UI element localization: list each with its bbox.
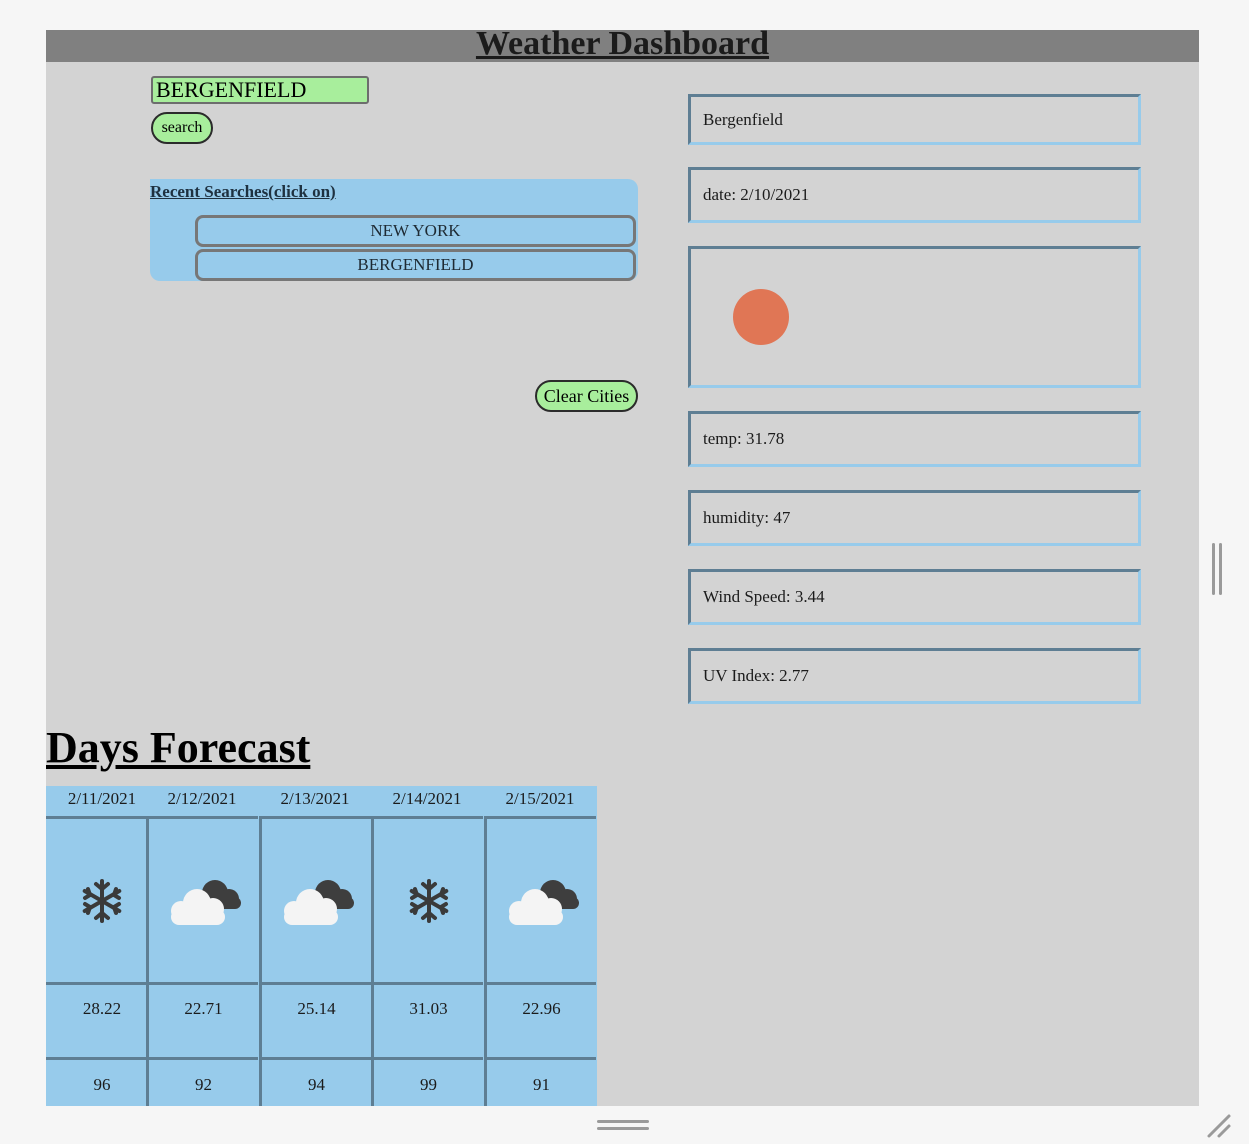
forecast-humidity: 99 — [371, 1057, 483, 1106]
current-date-box: date: 2/10/2021 — [688, 167, 1141, 223]
forecast-humidity: 96 — [46, 1057, 158, 1106]
forecast-day: 2/14/2021 31.03 99 — [371, 786, 483, 1106]
forecast-temp: 28.22 — [46, 982, 158, 1057]
resize-corner-icon[interactable] — [1205, 1112, 1233, 1140]
page-frame: Weather Dashboard search Recent Searches… — [46, 30, 1199, 1106]
current-date: date: 2/10/2021 — [703, 185, 810, 204]
forecast-icon-cell — [259, 816, 371, 982]
forecast-icon-cell — [484, 816, 596, 982]
forecast-day: 2/12/2021 22.71 92 — [146, 786, 258, 1106]
cloud-icon — [508, 879, 579, 925]
forecast-day: 2/11/2021 28.22 96 — [46, 786, 158, 1106]
forecast-date: 2/11/2021 — [67, 789, 137, 808]
header-bar: Weather Dashboard — [46, 30, 1199, 62]
forecast-humidity: 91 — [484, 1057, 596, 1106]
current-wind-speed: Wind Speed: 3.44 — [703, 587, 825, 606]
forecast-temp: 25.14 — [259, 982, 371, 1057]
horizontal-resize-handle[interactable] — [597, 1120, 649, 1132]
forecast-temp: 22.96 — [484, 982, 596, 1057]
forecast-day: 2/15/2021 22.96 91 — [484, 786, 596, 1106]
forecast-humidity: 94 — [259, 1057, 371, 1106]
forecast-temp: 22.71 — [146, 982, 258, 1057]
forecast-title: Days Forecast — [46, 723, 311, 772]
recent-searches-panel: Recent Searches(click on) NEW YORK BERGE… — [150, 179, 638, 281]
forecast-table: 2/11/2021 28.22 96 2/12/2021 22.71 92 2/… — [46, 786, 597, 1106]
current-humidity-box: humidity: 47 — [688, 490, 1141, 546]
clear-cities-button[interactable]: Clear Cities — [535, 380, 638, 412]
current-humidity: humidity: 47 — [703, 508, 791, 527]
current-icon-box — [688, 246, 1141, 388]
cloud-icon — [170, 879, 241, 925]
forecast-icon-cell — [371, 816, 483, 982]
current-temp: temp: 31.78 — [703, 429, 785, 448]
current-uv-index: UV Index: 2.77 — [703, 666, 809, 685]
vertical-resize-handle[interactable] — [1212, 543, 1224, 595]
current-city-box: Bergenfield — [688, 94, 1141, 145]
snowflake-icon — [409, 878, 448, 923]
forecast-icon-cell — [46, 816, 158, 982]
forecast-date: 2/15/2021 — [505, 789, 575, 808]
city-search-input[interactable] — [151, 76, 369, 104]
recent-city-bergenfield[interactable]: BERGENFIELD — [195, 249, 636, 281]
current-temp-box: temp: 31.78 — [688, 411, 1141, 467]
page-title: Weather Dashboard — [475, 30, 770, 62]
current-uv-box: UV Index: 2.77 — [688, 648, 1141, 704]
current-city: Bergenfield — [703, 109, 783, 129]
forecast-day: 2/13/2021 25.14 94 — [259, 786, 371, 1106]
sun-icon — [733, 289, 789, 345]
forecast-icon-cell — [146, 816, 258, 982]
forecast-date: 2/12/2021 — [167, 789, 237, 808]
forecast-date: 2/14/2021 — [392, 789, 462, 808]
forecast-temp: 31.03 — [371, 982, 483, 1057]
snowflake-icon — [82, 878, 122, 923]
current-wind-box: Wind Speed: 3.44 — [688, 569, 1141, 625]
forecast-humidity: 92 — [146, 1057, 258, 1106]
forecast-date: 2/13/2021 — [280, 789, 350, 808]
search-button[interactable]: search — [151, 112, 213, 144]
recent-city-new-york[interactable]: NEW YORK — [195, 215, 636, 247]
recent-searches-title: Recent Searches(click on) — [150, 182, 336, 201]
cloud-icon — [283, 879, 354, 925]
